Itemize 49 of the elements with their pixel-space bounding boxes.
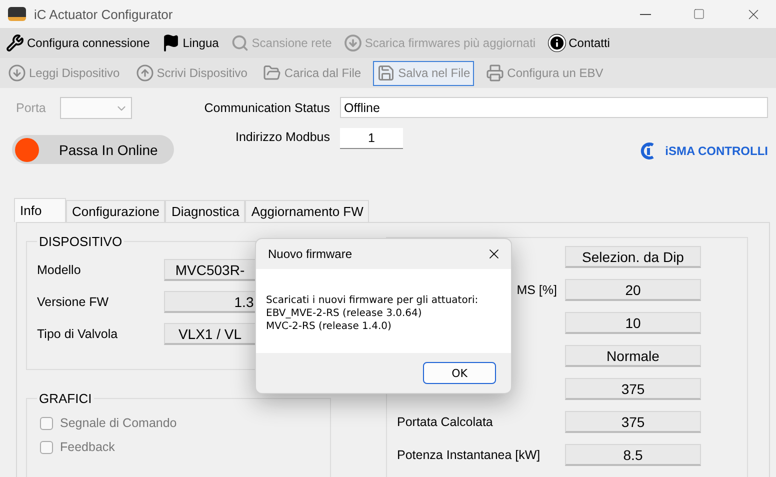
- maximize-icon: [693, 8, 705, 20]
- value-field: 375: [565, 378, 701, 400]
- field-label: Versione FW: [37, 295, 110, 309]
- value-field: Normale: [565, 345, 701, 367]
- menu-item[interactable]: Contatti: [546, 31, 612, 55]
- arrow-down-circle-icon: [8, 64, 26, 82]
- checkbox-label: Segnale di Comando: [60, 416, 177, 430]
- value-field: 10: [565, 312, 701, 334]
- download-icon: [344, 34, 362, 52]
- checkbox-label: Feedback: [60, 440, 115, 454]
- status-field[interactable]: Offline: [340, 97, 768, 118]
- field-label: Indirizzo Modbus: [234, 129, 331, 144]
- field-label: Porta: [16, 101, 46, 115]
- field-label: Communication Status: [203, 100, 331, 114]
- tab[interactable]: Diagnostica: [165, 200, 246, 222]
- search-icon: [230, 34, 249, 52]
- arrow-up-circle-icon: [136, 64, 154, 82]
- menu-item[interactable]: Lingua: [160, 31, 221, 55]
- checkbox[interactable]: [40, 416, 53, 430]
- flag-icon: [162, 34, 180, 52]
- tab[interactable]: Configurazione: [66, 200, 166, 222]
- ok-button[interactable]: OK: [423, 362, 496, 384]
- group-title: DISPOSITIVO: [37, 234, 124, 249]
- field-label: MS [%]: [516, 283, 557, 297]
- field-label: Potenza Instantanea [kW]: [397, 448, 540, 462]
- folder-icon: [263, 64, 282, 82]
- menu-item[interactable]: Configura connessione: [4, 31, 152, 55]
- field-label: Modello: [37, 263, 82, 277]
- value-field: 8.5: [565, 444, 701, 466]
- info-icon: [548, 34, 566, 52]
- checkbox[interactable]: [40, 440, 53, 454]
- field-label: Tipo di Valvola: [37, 327, 119, 341]
- field-label: Portata Calcolata: [397, 415, 493, 429]
- dialog-title: Nuovo firmware: [268, 247, 352, 261]
- status-dot: [15, 138, 39, 162]
- app-icon: [8, 7, 26, 21]
- port-dropdown[interactable]: [60, 97, 132, 119]
- group-title: GRAFICI: [37, 391, 94, 406]
- device-icon: [486, 64, 504, 82]
- logo-text: iSMA CONTROLLI: [665, 144, 768, 158]
- wrench-icon: [6, 34, 24, 52]
- tab[interactable]: Aggiornamento FW: [245, 200, 370, 222]
- address-field[interactable]: 1: [340, 128, 403, 149]
- value-field: 20: [565, 279, 701, 301]
- tab[interactable]: Info: [14, 198, 66, 222]
- window-title: iC Actuator Configurator: [34, 6, 174, 22]
- online-toggle[interactable]: Passa In Online: [12, 135, 174, 164]
- value-field: Selezion. da Dip: [565, 246, 701, 268]
- value-field: 375: [565, 411, 701, 433]
